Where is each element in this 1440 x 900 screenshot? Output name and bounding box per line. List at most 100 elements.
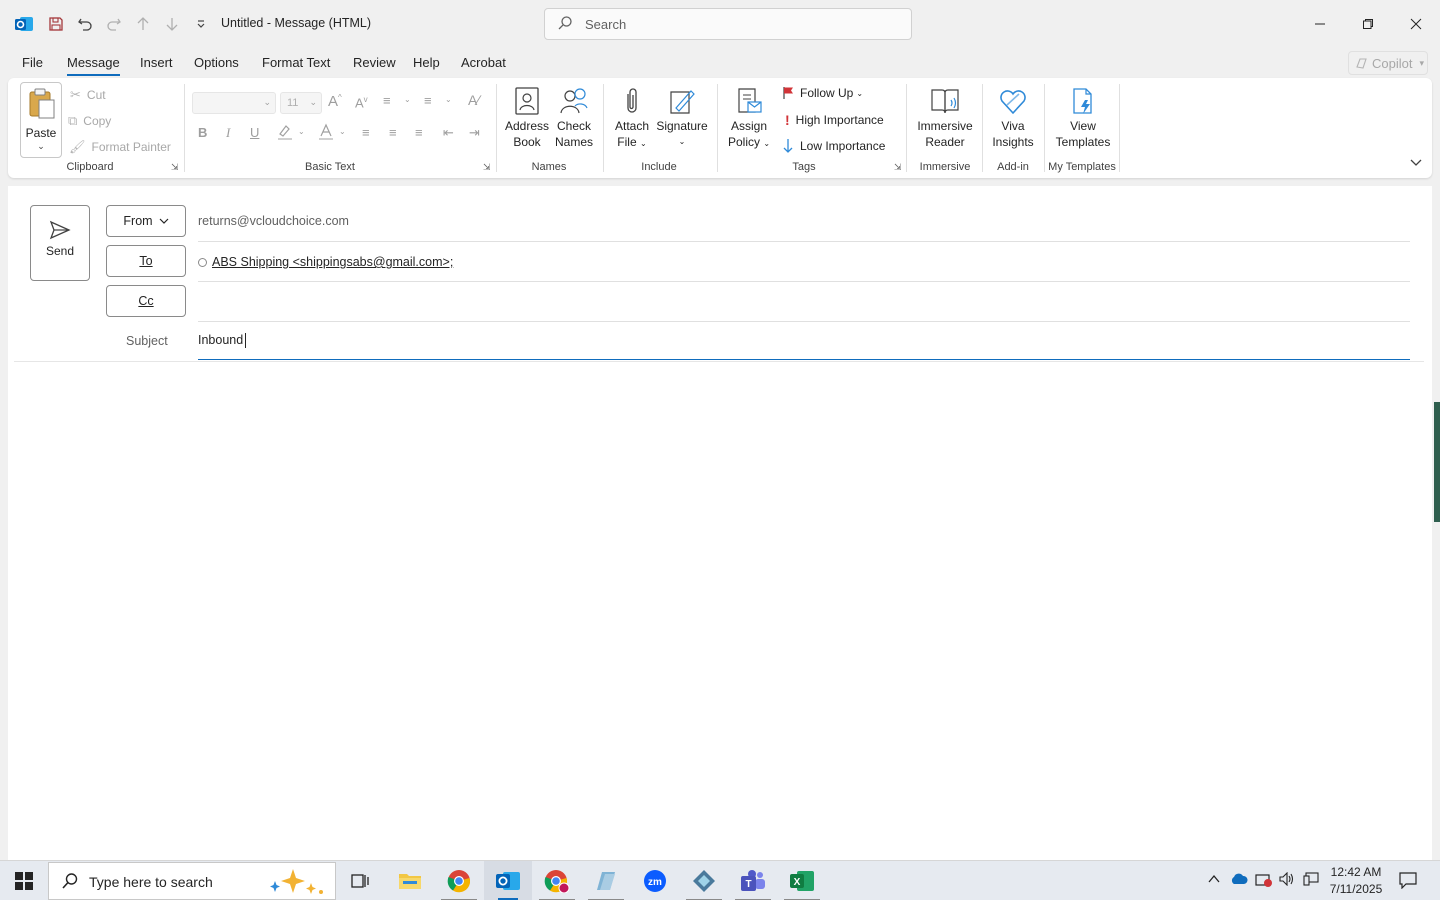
message-body[interactable] [14,366,1424,856]
teams-button[interactable]: T [729,861,777,900]
chevron-down-icon[interactable]: ⌄ [404,95,411,104]
clear-formatting-icon[interactable]: A∕ [468,92,480,108]
cc-field[interactable] [198,294,1410,314]
format-painter-button[interactable]: 🖌 Format Painter [69,139,171,155]
numbering-icon[interactable]: ≡ [424,93,432,108]
to-field[interactable]: ABS Shipping <shippingsabs@gmail.com>; [198,255,453,269]
cc-button[interactable]: Cc [106,285,186,317]
notifications-icon[interactable] [1398,871,1418,892]
font-color-icon[interactable] [317,123,335,144]
chevron-down-icon: ⌄ [37,141,45,151]
undo-icon[interactable] [73,12,97,36]
save-icon[interactable] [44,12,68,36]
excel-button[interactable]: X [778,861,826,900]
signature-button[interactable]: Signature ⌄ [655,86,709,150]
check-names-icon [560,88,588,114]
windows-logo-icon [15,872,33,890]
assign-policy-button[interactable]: Assign Policy ⌄ [724,86,774,152]
assign-policy-icon [738,88,762,113]
attach-file-button[interactable]: Attach File ⌄ [609,86,655,152]
task-view-button[interactable] [336,861,384,900]
align-left-icon[interactable]: ≡ [362,125,370,140]
tab-help[interactable]: Help [413,55,440,70]
font-name-dropdown[interactable]: ⌄ [192,92,276,114]
tab-options[interactable]: Options [194,55,239,70]
search-input[interactable]: Search [544,8,912,40]
taskbar-search-input[interactable]: Type here to search [48,862,336,900]
align-right-icon[interactable]: ≡ [415,125,423,140]
decrease-indent-icon[interactable]: ⇤ [443,125,454,141]
to-button[interactable]: To [106,245,186,277]
collapse-ribbon-chevron-icon[interactable] [1410,156,1422,170]
restore-button[interactable] [1345,0,1391,48]
group-label-my-templates: My Templates [1048,161,1116,173]
italic-icon[interactable]: I [226,125,230,141]
system-clock[interactable]: 12:42 AM 7/11/2025 [1324,864,1388,898]
chevron-down-icon[interactable]: ⌄ [298,127,305,136]
close-button[interactable] [1393,0,1439,48]
viva-insights-label-1: Viva [1001,119,1025,133]
paperclip-icon [627,88,637,113]
app-button[interactable] [582,861,630,900]
previous-item-icon[interactable] [131,12,155,36]
minimize-button[interactable] [1297,0,1343,48]
check-names-button[interactable]: Check Names [551,86,597,150]
copilot-button[interactable]: Copilot ▾ [1348,51,1428,75]
send-button[interactable]: Send [30,205,90,281]
shrink-font-icon[interactable]: Av [355,95,368,110]
start-button[interactable] [0,861,48,900]
minimize-icon [1315,23,1325,25]
tags-dialog-launcher-icon[interactable]: ⇲ [894,162,902,173]
bold-icon[interactable]: B [198,125,207,140]
address-book-button[interactable]: Address Book [504,86,550,150]
tab-format-text[interactable]: Format Text [262,55,330,70]
copy-button[interactable]: ⧉ Copy [68,113,111,129]
subject-field[interactable]: Inbound [198,333,247,349]
tab-message[interactable]: Message [67,55,120,76]
from-button[interactable]: From [106,205,186,237]
viva-insights-button[interactable]: Viva Insights [988,86,1038,150]
viva-insights-icon [1000,90,1026,115]
zoom-button[interactable]: zm [631,861,679,900]
svg-text:X: X [794,877,801,888]
address-book-label-1: Address [504,119,550,133]
paste-button[interactable]: Paste ⌄ [20,82,62,158]
show-hidden-icons-chevron-icon[interactable] [1207,872,1221,889]
highlight-icon[interactable] [276,123,294,144]
increase-indent-icon[interactable]: ⇥ [469,125,480,141]
chevron-down-icon[interactable]: ⌄ [339,127,346,136]
follow-up-button[interactable]: Follow Up ⌄ [782,86,863,100]
volume-icon[interactable] [1279,871,1295,889]
clipboard-dialog-launcher-icon[interactable]: ⇲ [171,162,179,173]
customize-quick-access-icon[interactable] [189,12,213,36]
onedrive-icon[interactable] [1230,872,1248,889]
title-bar: Untitled - Message (HTML) Search [0,0,1440,48]
tab-file[interactable]: File [22,55,43,70]
security-alert-icon[interactable] [1255,872,1273,891]
next-item-icon[interactable] [160,12,184,36]
tab-review[interactable]: Review [353,55,396,70]
basic-text-dialog-launcher-icon[interactable]: ⇲ [483,162,491,173]
underline-icon[interactable]: U [250,125,259,140]
scrollbar-thumb[interactable] [1434,402,1440,522]
low-importance-button[interactable]: Low Importance [782,138,885,154]
app-diamond-button[interactable] [680,861,728,900]
outlook-taskbar-button[interactable] [484,861,532,900]
high-importance-button[interactable]: ! High Importance [785,112,884,128]
tab-acrobat[interactable]: Acrobat [461,55,506,70]
file-explorer-button[interactable] [386,861,434,900]
chrome-profile-button[interactable] [533,861,581,900]
tab-insert[interactable]: Insert [140,55,173,70]
redo-icon[interactable] [102,12,126,36]
immersive-reader-button[interactable]: Immersive Reader [914,86,976,150]
font-size-dropdown[interactable]: 11 ⌄ [280,92,322,114]
bullets-icon[interactable]: ≡ [383,93,391,108]
network-icon[interactable] [1303,872,1319,889]
chrome-button[interactable] [435,861,483,900]
grow-font-icon[interactable]: A^ [328,93,342,110]
to-recipient[interactable]: ABS Shipping <shippingsabs@gmail.com>; [212,255,453,269]
chevron-down-icon[interactable]: ⌄ [445,95,452,104]
align-center-icon[interactable]: ≡ [389,125,397,140]
cut-button[interactable]: ✂ Cut [70,87,106,103]
view-templates-button[interactable]: View Templates [1052,86,1114,150]
